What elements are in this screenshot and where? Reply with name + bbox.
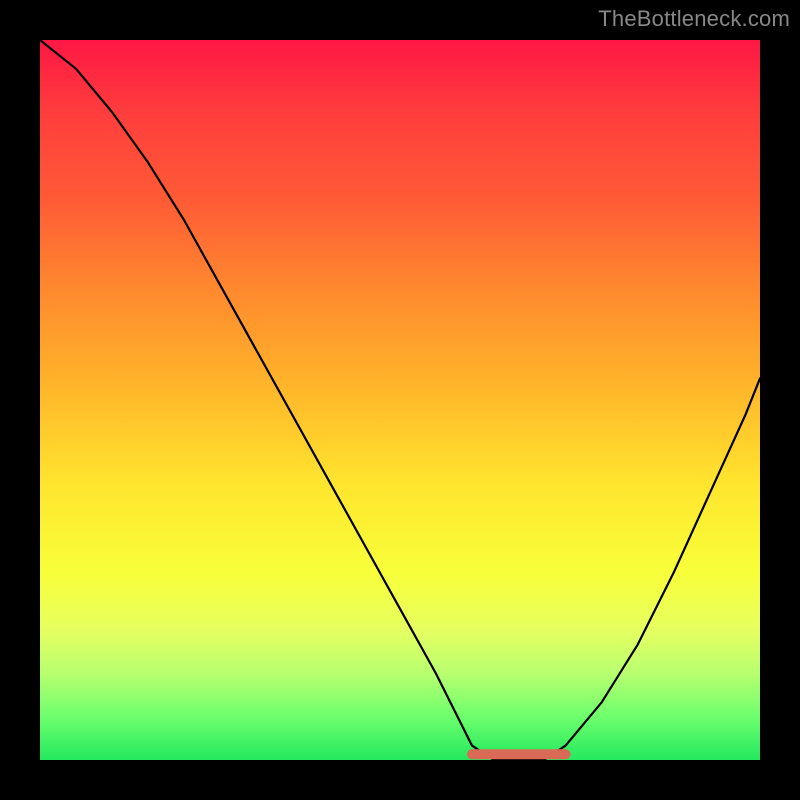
- bottleneck-curve: [40, 40, 760, 760]
- chart-svg: [40, 40, 760, 760]
- plot-area: [40, 40, 760, 760]
- chart-frame: TheBottleneck.com: [0, 0, 800, 800]
- watermark-text: TheBottleneck.com: [598, 6, 790, 32]
